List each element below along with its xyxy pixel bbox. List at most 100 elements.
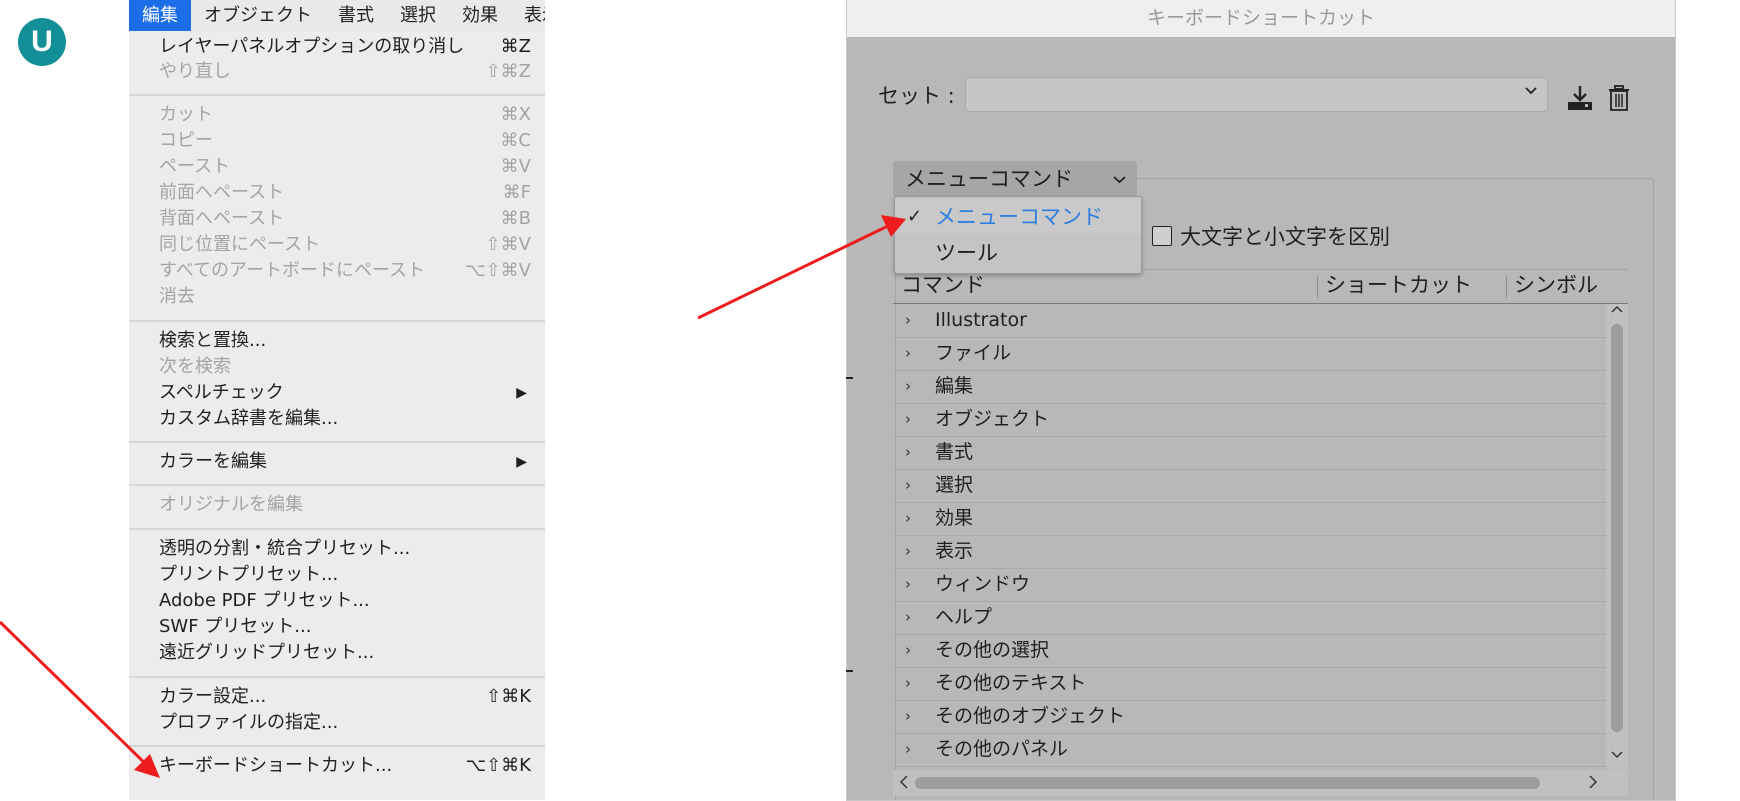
column-command[interactable]: コマンド [901, 270, 985, 301]
edge-tick [846, 670, 853, 672]
scrollbar-thumb[interactable] [915, 777, 1540, 789]
table-row[interactable]: › 選択 [893, 469, 1606, 503]
scrollbar-thumb[interactable] [1611, 324, 1623, 732]
horizontal-scrollbar[interactable] [893, 770, 1628, 796]
menu-item-edit-colors[interactable]: カラーを編集 ▶ [129, 449, 545, 475]
menu-item-pdf-presets[interactable]: Adobe PDF プリセット... [129, 588, 545, 614]
table-row[interactable]: › その他のパネル [893, 733, 1606, 767]
menu-separator [129, 676, 545, 678]
table-row[interactable]: › その他のオブジェクト [893, 700, 1606, 734]
menu-item-keyboard-shortcuts[interactable]: キーボードショートカット... ⌥⇧⌘K [129, 753, 545, 779]
chevron-right-icon[interactable]: › [905, 403, 911, 436]
scroll-down-icon[interactable] [1611, 748, 1623, 764]
column-divider [1506, 276, 1507, 298]
table-row[interactable]: › 表示 [893, 535, 1606, 569]
chevron-right-icon[interactable]: › [905, 700, 911, 733]
dialog-title: キーボードショートカット [847, 0, 1675, 37]
menu-effect[interactable]: 効果 [449, 0, 511, 31]
menu-item-spellcheck[interactable]: スペルチェック ▶ [129, 380, 545, 406]
menu-bar: 編集 オブジェクト 書式 選択 効果 表示 [129, 0, 545, 31]
edit-menu-dropdown: レイヤーパネルオプションの取り消し ⌘Z やり直し ⇧⌘Z カット ⌘X コピー ⌘C … [129, 31, 545, 800]
chevron-right-icon[interactable]: › [905, 568, 911, 601]
column-symbol[interactable]: シンボル [1514, 270, 1598, 301]
menu-item-edit-original[interactable]: オリジナルを編集 [129, 492, 545, 518]
menu-type[interactable]: 書式 [325, 0, 387, 31]
vertical-scrollbar[interactable] [1606, 304, 1628, 769]
chevron-right-icon[interactable]: › [905, 436, 911, 469]
menu-separator [129, 484, 545, 486]
menu-item-paste-all-artboards[interactable]: すべてのアートボードにペースト ⌥⇧⌘V [129, 258, 545, 284]
menu-separator [129, 745, 545, 747]
scroll-up-icon[interactable] [1611, 304, 1623, 320]
chevron-right-icon[interactable]: › [905, 469, 911, 502]
table-header: コマンド ショートカット シンボル [893, 269, 1628, 304]
menu-object[interactable]: オブジェクト [191, 0, 325, 31]
menu-separator [129, 94, 545, 96]
menu-select[interactable]: 選択 [387, 0, 449, 31]
menu-separator [129, 528, 545, 530]
menu-separator [129, 441, 545, 443]
chevron-down-icon [1523, 82, 1539, 102]
column-divider [1317, 276, 1318, 298]
menu-item-custom-dictionary[interactable]: カスタム辞書を編集... [129, 406, 545, 432]
column-shortcut[interactable]: ショートカット [1325, 270, 1472, 301]
keyboard-shortcuts-dialog: キーボードショートカット セット : メニューコマンド 大文字と小文字を区別 コ… [846, 0, 1676, 801]
submenu-arrow-icon: ▶ [516, 454, 527, 470]
menu-view[interactable]: 表示 [511, 0, 545, 31]
command-type-popup: ✓ メニューコマンド ツール [894, 196, 1142, 274]
chevron-right-icon[interactable]: › [905, 502, 911, 535]
menu-item-redo[interactable]: やり直し ⇧⌘Z [129, 59, 545, 85]
trash-icon[interactable] [1608, 84, 1630, 112]
menu-item-clear[interactable]: 消去 [129, 284, 545, 310]
menu-item-paste-in-place[interactable]: 同じ位置にペースト ⇧⌘V [129, 232, 545, 258]
option-menu-commands[interactable]: ✓ メニューコマンド [895, 199, 1141, 235]
table-row[interactable]: › オブジェクト [893, 403, 1606, 437]
menu-item-print-presets[interactable]: プリントプリセット... [129, 562, 545, 588]
table-row[interactable]: › ウィンドウ [893, 568, 1606, 602]
option-tools[interactable]: ツール [895, 235, 1141, 271]
menu-item-copy[interactable]: コピー ⌘C [129, 128, 545, 154]
table-row[interactable]: › 編集 [893, 370, 1606, 404]
set-select[interactable] [965, 77, 1548, 112]
table-row[interactable]: › 効果 [893, 502, 1606, 536]
command-type-select[interactable]: メニューコマンド [893, 161, 1137, 197]
menu-item-flattener-presets[interactable]: 透明の分割・統合プリセット... [129, 536, 545, 562]
menu-item-color-settings[interactable]: カラー設定... ⇧⌘K [129, 684, 545, 710]
menu-item-perspective-presets[interactable]: 遠近グリッドプリセット... [129, 640, 545, 666]
menu-edit[interactable]: 編集 [129, 0, 191, 31]
set-label: セット : [878, 84, 955, 108]
command-list: › Illustrator › ファイル › 編集 › オブジェクト › 書式 › 選択 ›… [893, 304, 1606, 769]
menu-item-paste-in-back[interactable]: 背面へペースト ⌘B [129, 206, 545, 232]
chevron-right-icon[interactable]: › [905, 337, 911, 370]
chevron-right-icon[interactable]: › [905, 667, 911, 700]
chevron-right-icon[interactable]: › [905, 733, 911, 766]
table-row[interactable]: › Illustrator [893, 304, 1606, 338]
chevron-right-icon[interactable]: › [905, 304, 911, 337]
table-row[interactable]: › その他の選択 [893, 634, 1606, 668]
table-row[interactable]: › ヘルプ [893, 601, 1606, 635]
menu-item-assign-profile[interactable]: プロファイルの指定... [129, 710, 545, 736]
chevron-right-icon[interactable]: › [905, 634, 911, 667]
scroll-left-icon[interactable] [899, 772, 909, 796]
chevron-right-icon[interactable]: › [905, 535, 911, 568]
table-row[interactable]: › その他のテキスト [893, 667, 1606, 701]
case-sensitive-checkbox[interactable]: 大文字と小文字を区別 [1152, 221, 1390, 251]
menu-item-find-next[interactable]: 次を検索 [129, 354, 545, 380]
menu-item-find-replace[interactable]: 検索と置換... [129, 328, 545, 354]
menu-item-undo[interactable]: レイヤーパネルオプションの取り消し ⌘Z [129, 34, 545, 60]
logo: U [18, 18, 66, 66]
checkbox-box[interactable] [1152, 226, 1172, 246]
submenu-arrow-icon: ▶ [516, 385, 527, 401]
menu-item-cut[interactable]: カット ⌘X [129, 102, 545, 128]
scroll-right-icon[interactable] [1588, 772, 1598, 796]
check-icon: ✓ [907, 206, 923, 227]
download-icon[interactable] [1565, 84, 1595, 112]
chevron-right-icon[interactable]: › [905, 370, 911, 403]
table-row[interactable]: › 書式 [893, 436, 1606, 470]
menu-item-paste[interactable]: ペースト ⌘V [129, 154, 545, 180]
chevron-right-icon[interactable]: › [905, 601, 911, 634]
menu-item-paste-in-front[interactable]: 前面へペースト ⌘F [129, 180, 545, 206]
edge-tick [846, 377, 853, 379]
table-row[interactable]: › ファイル [893, 337, 1606, 371]
menu-item-swf-presets[interactable]: SWF プリセット... [129, 614, 545, 640]
